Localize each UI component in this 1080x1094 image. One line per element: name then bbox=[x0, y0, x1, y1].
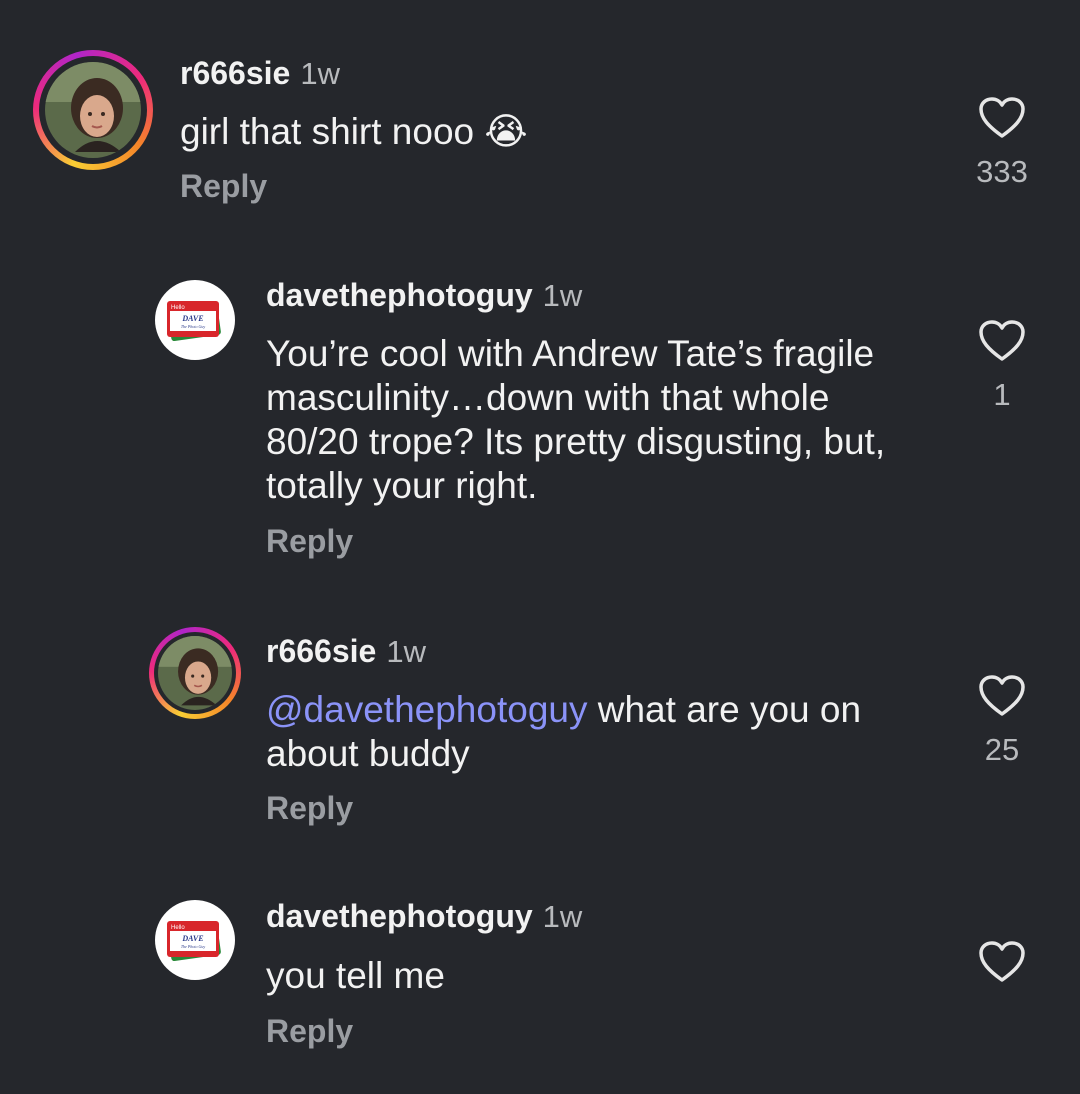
like-count: 333 bbox=[976, 154, 1028, 189]
tag-sub-label: The Photo Guy bbox=[181, 324, 205, 329]
comment-timestamp: 1w bbox=[300, 56, 340, 91]
like-count: 25 bbox=[984, 732, 1020, 767]
reply-button[interactable]: Reply bbox=[266, 790, 353, 827]
profile-photo bbox=[158, 636, 232, 710]
comment-timestamp: 1w bbox=[542, 278, 583, 313]
comment-username[interactable]: r666sie 1w bbox=[266, 633, 426, 670]
hello-label: Hello bbox=[171, 305, 185, 311]
like-button[interactable]: 1 bbox=[972, 319, 1032, 413]
avatar[interactable]: Hello DAVE The Photo Guy bbox=[155, 900, 235, 980]
comment-text: @davethephotoguy what are you on about b… bbox=[266, 689, 862, 774]
mention-link[interactable]: @davethephotoguy bbox=[266, 689, 587, 730]
hello-dave-name-tag-icon: Hello DAVE The Photo Guy bbox=[167, 301, 221, 342]
like-button[interactable]: 333 bbox=[972, 96, 1032, 190]
comment-timestamp: 1w bbox=[386, 634, 426, 669]
story-ring-avatar[interactable] bbox=[149, 627, 241, 719]
tag-name-label: DAVE bbox=[181, 314, 203, 323]
reply-button[interactable]: Reply bbox=[180, 168, 267, 205]
hello-label: Hello bbox=[171, 925, 185, 931]
tag-name-label: DAVE bbox=[181, 934, 203, 943]
comment-text: you tell me bbox=[266, 955, 445, 996]
comment-text: girl that shirt nooo 😭 bbox=[180, 111, 528, 152]
hello-dave-name-tag-icon: Hello DAVE The Photo Guy bbox=[167, 921, 221, 962]
comment-text: You’re cool with Andrew Tate’s fragile m… bbox=[266, 333, 886, 506]
comment-timestamp: 1w bbox=[542, 899, 583, 934]
like-count: 1 bbox=[993, 377, 1011, 412]
profile-photo bbox=[45, 62, 141, 158]
tag-sub-label: The Photo Guy bbox=[181, 944, 205, 949]
story-ring-avatar[interactable] bbox=[33, 50, 153, 170]
comment-username[interactable]: davethephotoguy 1w bbox=[266, 277, 582, 314]
crying-face-emoji: 😭 bbox=[484, 111, 528, 152]
comment-username[interactable]: r666sie 1w bbox=[180, 55, 340, 92]
comment-username[interactable]: davethephotoguy 1w bbox=[266, 898, 582, 935]
like-button[interactable]: 25 bbox=[972, 674, 1032, 768]
heart-icon[interactable] bbox=[978, 674, 1026, 718]
heart-icon[interactable] bbox=[978, 940, 1026, 984]
avatar[interactable]: Hello DAVE The Photo Guy bbox=[155, 280, 235, 360]
heart-icon[interactable] bbox=[978, 96, 1026, 140]
like-button[interactable] bbox=[972, 940, 1032, 998]
heart-icon[interactable] bbox=[978, 319, 1026, 363]
reply-button[interactable]: Reply bbox=[266, 523, 353, 560]
reply-button[interactable]: Reply bbox=[266, 1013, 353, 1050]
